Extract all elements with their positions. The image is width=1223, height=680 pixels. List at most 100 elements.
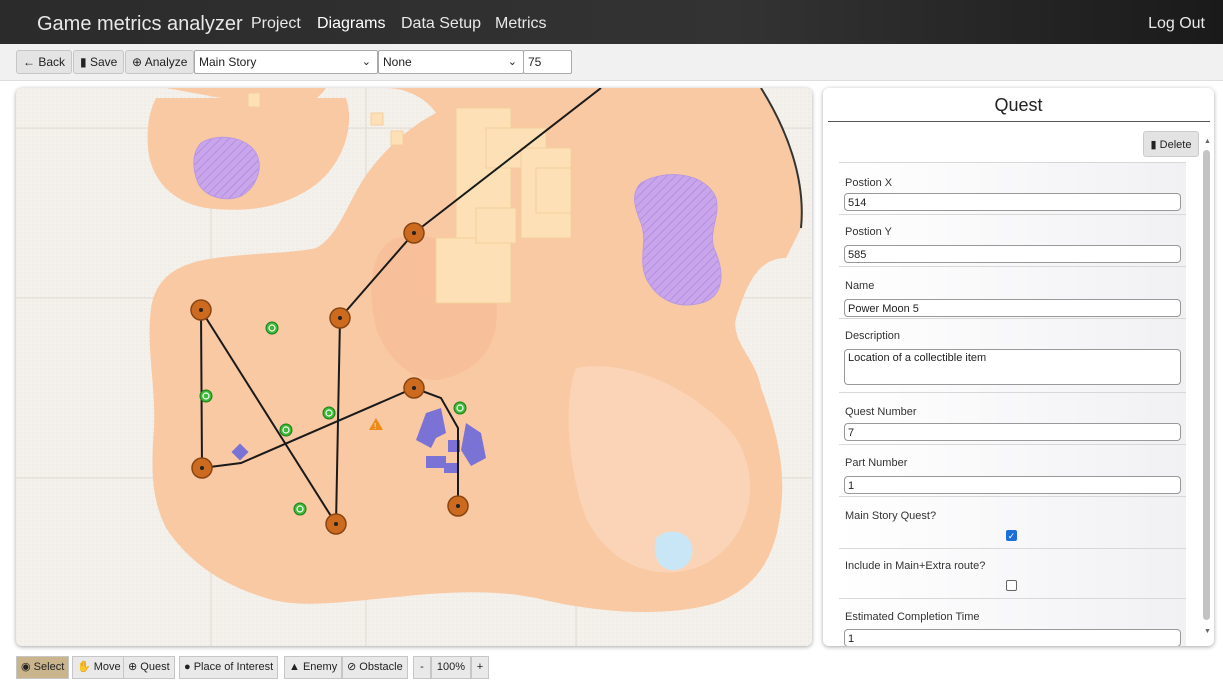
ban-icon: ⊘ <box>347 661 357 673</box>
nav-metrics[interactable]: Metrics <box>495 15 547 33</box>
position-x-field: Postion X 514 <box>839 162 1186 215</box>
enemy-tool-button[interactable]: ▲ Enemy <box>284 656 343 679</box>
map-pin-icon: ● <box>184 661 191 673</box>
description-label: Description <box>845 330 901 342</box>
trash-icon: ▮ <box>1150 139 1157 151</box>
obstacle-tool-button[interactable]: ⊘ Obstacle <box>342 656 408 679</box>
quest-tool-button[interactable]: ⊕ Quest <box>123 656 175 679</box>
position-y-label: Postion Y <box>845 226 892 238</box>
estimated-time-input[interactable]: 1 <box>844 629 1181 646</box>
map-svg[interactable]: ! <box>16 88 812 646</box>
route-select[interactable]: Main Story ⌄ <box>194 50 378 74</box>
quest-node-center <box>199 308 203 312</box>
obstacle-tool-label: Obstacle <box>359 661 403 673</box>
nav-data-setup[interactable]: Data Setup <box>401 15 481 33</box>
main-story-label: Main Story Quest? <box>845 510 937 522</box>
description-field: Description Location of a collectible it… <box>839 318 1186 393</box>
name-label: Name <box>845 280 875 292</box>
nav-diagrams[interactable]: Diagrams <box>317 15 385 33</box>
scroll-up-icon[interactable]: ▲ <box>1204 138 1211 145</box>
chevron-down-icon: ⌄ <box>507 56 517 68</box>
analyze-label: Analyze <box>144 55 188 69</box>
back-button[interactable]: ← Back <box>16 50 73 74</box>
position-y-input[interactable]: 585 <box>844 245 1181 263</box>
scrollbar-thumb[interactable] <box>1203 150 1210 620</box>
panel-scrollbar[interactable]: ▲ ▼ <box>1203 138 1211 638</box>
panel-divider <box>828 121 1210 122</box>
value-input-text: 75 <box>528 55 542 69</box>
enemy-tool-label: Enemy <box>302 661 338 673</box>
poi-marker[interactable] <box>293 502 307 516</box>
quest-form: ▮ Delete Postion X 514 Postion Y 585 Nam… <box>839 128 1203 646</box>
estimated-time-label: Estimated Completion Time <box>845 611 980 623</box>
diagram-toolbar: ← Back ▮ Save ⊕ Analyze Main Story ⌄ Non… <box>0 44 1223 81</box>
quest-number-label: Quest Number <box>845 406 917 418</box>
crosshair-icon: ⊕ <box>132 55 143 69</box>
include-route-field: Include in Main+Extra route? <box>839 548 1186 599</box>
quest-number-field: Quest Number 7 <box>839 392 1186 445</box>
zoom-level: 100% <box>431 656 471 679</box>
filter-select[interactable]: None ⌄ <box>378 50 524 74</box>
main-story-checkbox[interactable]: ✓ <box>1006 530 1017 541</box>
delete-button[interactable]: ▮ Delete <box>1143 131 1199 157</box>
part-number-label: Part Number <box>845 457 908 469</box>
quest-node-center <box>338 316 342 320</box>
quest-number-input[interactable]: 7 <box>844 423 1181 441</box>
main-story-field: Main Story Quest? ✓ <box>839 496 1186 549</box>
lake-north <box>193 136 260 200</box>
quest-node-center <box>412 231 416 235</box>
save-button[interactable]: ▮ Save <box>73 50 125 74</box>
map-canvas[interactable]: ! <box>16 88 812 646</box>
analyze-button[interactable]: ⊕ Analyze <box>125 50 195 74</box>
filter-select-value: None <box>383 55 412 69</box>
name-field: Name Power Moon 5 <box>839 266 1186 319</box>
poi-marker[interactable] <box>265 321 279 335</box>
poi-tool-label: Place of Interest <box>193 661 274 673</box>
poi-marker[interactable] <box>453 401 467 415</box>
floppy-disk-icon: ▮ <box>80 55 87 69</box>
crosshair-icon: ⊕ <box>128 661 138 673</box>
save-label: Save <box>89 55 118 69</box>
zoom-out-label: - <box>420 661 424 673</box>
quest-node-center <box>334 522 338 526</box>
position-y-field: Postion Y 585 <box>839 214 1186 267</box>
quest-tool-label: Quest <box>140 661 170 673</box>
warning-triangle-icon: ▲ <box>289 661 300 673</box>
nav-project[interactable]: Project <box>251 15 301 33</box>
quest-node-center <box>412 386 416 390</box>
part-number-field: Part Number 1 <box>839 444 1186 497</box>
move-tool-button[interactable]: ✋ Move <box>72 656 126 679</box>
include-route-checkbox[interactable] <box>1006 580 1017 591</box>
route-select-value: Main Story <box>199 55 257 69</box>
zoom-out-button[interactable]: - <box>413 656 431 679</box>
panel-title: Quest <box>994 95 1043 115</box>
position-x-label: Postion X <box>845 177 893 189</box>
top-navbar: Game metrics analyzer Project Diagrams D… <box>0 0 1223 44</box>
poi-marker[interactable] <box>322 406 336 420</box>
poi-marker[interactable] <box>279 423 293 437</box>
name-input[interactable]: Power Moon 5 <box>844 299 1181 317</box>
description-textarea[interactable]: Location of a collectible item <box>844 349 1181 385</box>
select-tool-label: Select <box>33 661 65 673</box>
move-tool-label: Move <box>93 661 121 673</box>
zoom-level-label: 100% <box>436 661 466 673</box>
exclamation-icon: ! <box>374 422 376 431</box>
logout-link[interactable]: Log Out <box>1148 15 1205 33</box>
zoom-in-button[interactable]: + <box>471 656 489 679</box>
chevron-down-icon: ⌄ <box>361 56 371 68</box>
position-x-input[interactable]: 514 <box>844 193 1181 211</box>
value-input[interactable]: 75 <box>523 50 572 74</box>
back-label: Back <box>38 55 66 69</box>
poi-marker[interactable] <box>199 389 213 403</box>
select-tool-button[interactable]: ◉ Select <box>16 656 70 679</box>
include-route-label: Include in Main+Extra route? <box>845 560 986 572</box>
quest-node-center <box>200 466 204 470</box>
poi-tool-button[interactable]: ● Place of Interest <box>179 656 279 679</box>
delete-label: Delete <box>1159 139 1192 151</box>
app-brand[interactable]: Game metrics analyzer <box>37 13 243 36</box>
quest-node-center <box>456 504 460 508</box>
zoom-in-label: + <box>476 661 484 673</box>
part-number-input[interactable]: 1 <box>844 476 1181 494</box>
scroll-down-icon[interactable]: ▼ <box>1204 628 1211 635</box>
quest-panel: Quest ▮ Delete Postion X 514 Postion Y 5… <box>823 88 1214 646</box>
